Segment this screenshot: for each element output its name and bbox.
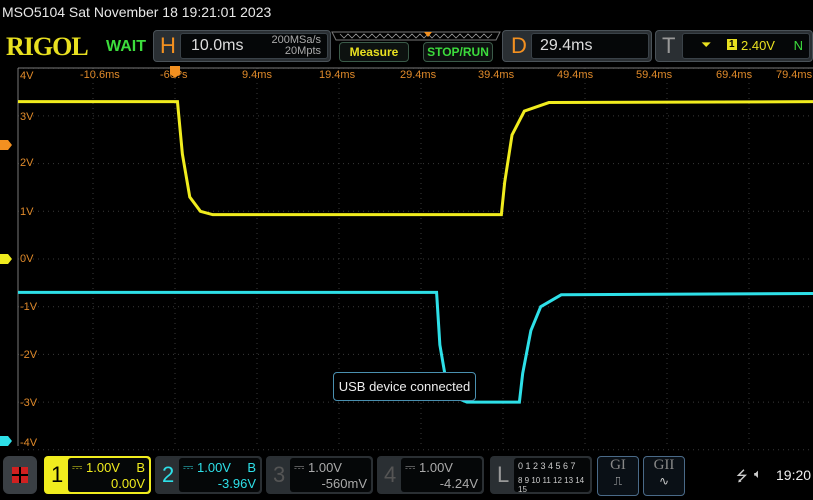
channel-scale: 1.00V: [308, 460, 342, 475]
delay-value: 29.4ms: [540, 37, 593, 54]
delay-panel[interactable]: D 29.4ms: [502, 30, 652, 62]
channel-2-panel[interactable]: 2 ⎓ 1.00V B -3.96V: [155, 456, 262, 494]
sound-muted-icon[interactable]: 🔈︎: [754, 466, 762, 482]
trigger-position-marker: [170, 66, 180, 78]
trigger-label: T: [662, 33, 676, 58]
measure-button[interactable]: Measure: [339, 42, 409, 62]
volt-tick: 4V: [20, 70, 34, 82]
rigol-logo: RIGOL: [6, 32, 89, 61]
horizontal-panel[interactable]: H 10.0ms 200MSa/s 20Mpts: [153, 30, 331, 62]
bandwidth-limit: B: [247, 460, 256, 475]
generator-2-button[interactable]: GII ∿: [643, 456, 685, 496]
grid-menu-icon: [12, 467, 28, 483]
trigger-source: 1: [727, 39, 737, 50]
falling-edge-icon: ⏷: [701, 37, 712, 52]
ch1-offset-marker: [0, 254, 12, 264]
memory-depth: 20Mpts: [284, 45, 321, 57]
logic-label: L: [497, 462, 510, 487]
channel-offset: -560mV: [321, 476, 367, 491]
pulse-wave-icon: ⎍: [613, 474, 623, 488]
trigger-level: 2.40V: [741, 38, 775, 53]
channel-offset: 0.00V: [111, 476, 145, 491]
channel-offset: -3.96V: [217, 476, 256, 491]
channel-number: 2: [162, 462, 175, 487]
trigger-mode: N: [793, 38, 803, 53]
acquisition-status: WAIT: [106, 38, 146, 55]
ch2-offset-marker: [0, 436, 12, 446]
generator-1-button[interactable]: GI ⎍: [597, 456, 639, 496]
volt-tick: -1V: [20, 301, 38, 313]
delay-label: D: [511, 33, 527, 58]
volt-tick: -4V: [20, 437, 38, 449]
menu-button[interactable]: [3, 456, 37, 494]
timebase-value: 10.0ms: [191, 37, 244, 54]
generator-2-label: GII: [653, 457, 675, 473]
channel-scale: 1.00V: [86, 460, 120, 475]
volt-tick: 3V: [20, 111, 34, 123]
generator-1-label: GI: [610, 457, 626, 473]
annotation-label[interactable]: USB device connected: [333, 372, 476, 401]
channel-4-panel[interactable]: 4 ⎓ 1.00V -4.24V: [377, 456, 484, 494]
logic-channels-row1: 0 1 2 3 4 5 6 7: [518, 461, 576, 471]
channel-number: 4: [384, 462, 397, 487]
channel-offset: -4.24V: [439, 476, 478, 491]
volt-tick: -3V: [20, 397, 38, 409]
volt-tick: -2V: [20, 349, 38, 361]
dc-coupling-icon: ⎓: [405, 459, 416, 474]
sine-wave-icon: ∿: [658, 474, 670, 488]
stop-run-button[interactable]: STOP/RUN: [423, 42, 493, 62]
logic-channels-row2: 8 9 10 11 12 13 14 15: [518, 476, 585, 494]
channel-number: 3: [273, 462, 286, 487]
channel-scale: 1.00V: [197, 460, 231, 475]
dc-coupling-icon: ⎓: [294, 459, 305, 474]
bandwidth-limit: B: [136, 460, 145, 475]
channel-1-panel[interactable]: 1 ⎓ 1.00V B 0.00V: [44, 456, 151, 494]
clock-time: 19:20: [776, 467, 812, 483]
dc-coupling-icon: ⎓: [72, 459, 83, 474]
logic-panel[interactable]: L 0 1 2 3 4 5 6 7 8 9 10 11 12 13 14 15: [490, 456, 592, 494]
usb-icon: ⭍: [736, 468, 748, 484]
dc-coupling-icon: ⎓: [183, 459, 194, 474]
channel-3-panel[interactable]: 3 ⎓ 1.00V -560mV: [266, 456, 373, 494]
window-title: MSO5104 Sat November 18 19:21:01 2023: [2, 4, 272, 20]
trigger-level-marker: [0, 140, 12, 150]
waveform-position-bar: [331, 31, 501, 41]
volt-tick: 2V: [20, 157, 34, 169]
ch1-trace: [18, 100, 813, 217]
channel-number: 1: [51, 462, 64, 487]
volt-tick: 0V: [20, 253, 34, 265]
volt-tick: 1V: [20, 206, 34, 218]
channel-scale: 1.00V: [419, 460, 453, 475]
trigger-panel[interactable]: T ⏷ 1 2.40V N: [655, 30, 813, 62]
horizontal-label: H: [160, 33, 176, 58]
